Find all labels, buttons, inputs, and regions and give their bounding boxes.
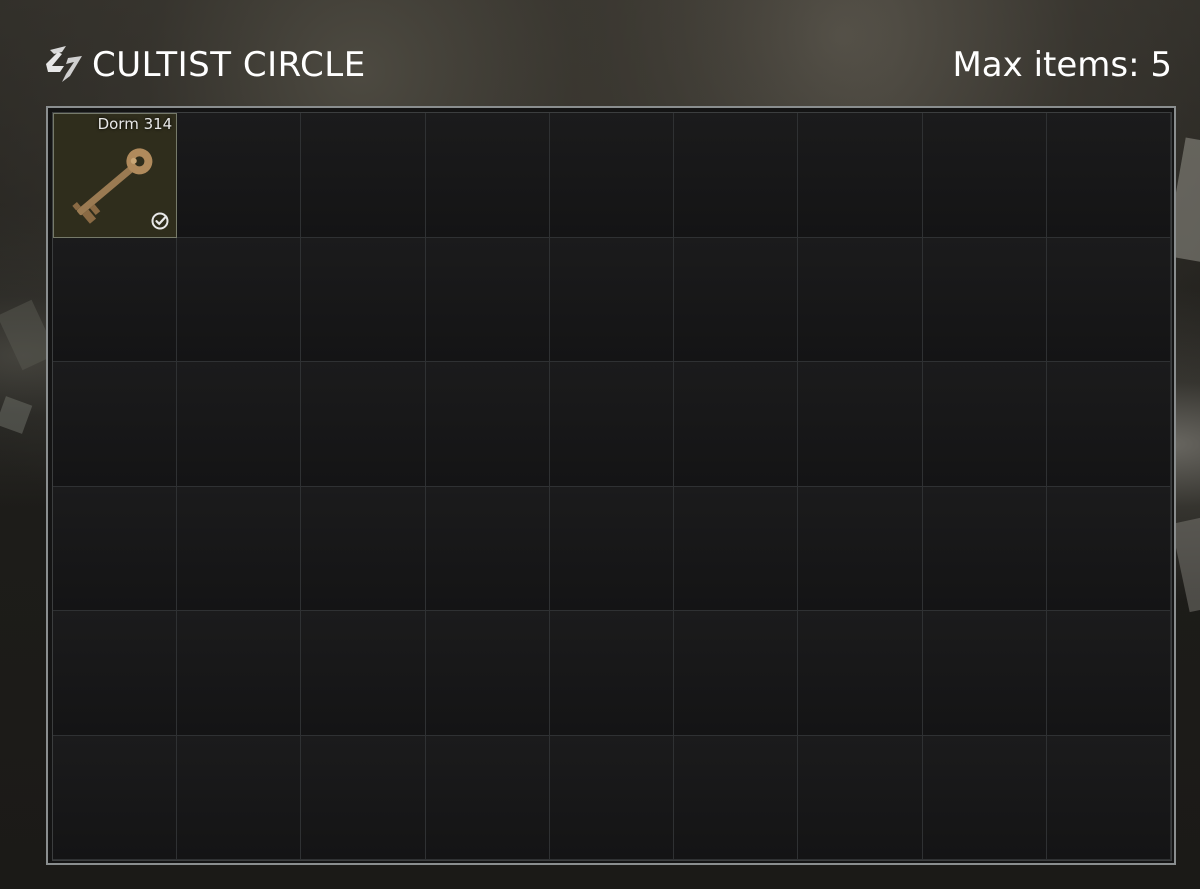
grid-slot[interactable] xyxy=(798,486,923,611)
grid-slot[interactable] xyxy=(301,237,426,362)
grid-slot[interactable] xyxy=(53,362,178,487)
game-screen: CULTIST CIRCLE Max items: 5 Dorm 314 xyxy=(0,0,1200,889)
grid-slot[interactable] xyxy=(53,486,178,611)
item-short-name: Dorm 314 xyxy=(97,115,173,133)
grid-slot[interactable] xyxy=(674,735,799,860)
grid-slot[interactable] xyxy=(549,362,675,487)
grid-slot[interactable] xyxy=(53,237,178,362)
background-debris xyxy=(0,396,33,434)
grid-slot[interactable] xyxy=(549,611,675,736)
grid-slot[interactable] xyxy=(177,486,302,611)
check-circle-icon xyxy=(151,212,169,229)
grid-slot[interactable] xyxy=(301,486,426,611)
grid-slot[interactable] xyxy=(674,113,799,238)
grid-slot[interactable] xyxy=(674,237,799,362)
grid-slot[interactable] xyxy=(674,486,799,611)
grid-slot[interactable] xyxy=(425,486,550,611)
grid-slot[interactable] xyxy=(301,362,426,487)
grid-slot[interactable] xyxy=(425,362,550,487)
grid-slot[interactable] xyxy=(1046,735,1171,860)
grid-slot[interactable] xyxy=(549,237,675,362)
grid-slot[interactable] xyxy=(674,611,799,736)
grid-slot[interactable] xyxy=(177,113,302,238)
grid-slot[interactable] xyxy=(798,113,923,238)
grid-slot[interactable] xyxy=(549,113,675,238)
grid-slot[interactable] xyxy=(922,113,1047,238)
grid-slot[interactable] xyxy=(922,611,1047,736)
grid-slot[interactable] xyxy=(798,611,923,736)
grid-slot[interactable] xyxy=(425,113,550,238)
grid-slot[interactable] xyxy=(177,237,302,362)
grid-slot[interactable] xyxy=(425,611,550,736)
grid-slot[interactable] xyxy=(53,735,178,860)
grid-slot[interactable] xyxy=(301,611,426,736)
grid-slot[interactable] xyxy=(177,735,302,860)
grid-slot[interactable] xyxy=(301,735,426,860)
grid-slot[interactable] xyxy=(1046,237,1171,362)
grid-slot[interactable] xyxy=(53,611,178,736)
grid-slot[interactable] xyxy=(1046,113,1171,238)
window-header: CULTIST CIRCLE xyxy=(40,38,366,92)
grid-slot[interactable] xyxy=(922,735,1047,860)
grid-slot[interactable] xyxy=(177,611,302,736)
grid-slot[interactable] xyxy=(301,113,426,238)
grid-slot[interactable] xyxy=(549,486,675,611)
grid-slot[interactable] xyxy=(425,237,550,362)
grid-slot[interactable] xyxy=(674,362,799,487)
grid-slot[interactable] xyxy=(798,362,923,487)
grid-slot[interactable] xyxy=(798,735,923,860)
cultist-circle-logo-icon xyxy=(46,46,82,82)
grid-slot-item[interactable]: Dorm 314 xyxy=(53,113,178,238)
page-title: CULTIST CIRCLE xyxy=(92,45,366,85)
grid-slot[interactable] xyxy=(549,735,675,860)
grid-slot[interactable] xyxy=(425,735,550,860)
grid-slot[interactable] xyxy=(798,237,923,362)
max-items-counter: Max items: 5 xyxy=(952,45,1172,85)
grid-slot[interactable] xyxy=(1046,362,1171,487)
cultist-circle-stash-panel: Dorm 314 xyxy=(46,106,1176,865)
grid-slot[interactable] xyxy=(1046,486,1171,611)
grid-slot[interactable] xyxy=(922,237,1047,362)
grid-slot[interactable] xyxy=(177,362,302,487)
grid-slot[interactable] xyxy=(922,486,1047,611)
item-grid: Dorm 314 xyxy=(52,112,1172,861)
grid-slot[interactable] xyxy=(1046,611,1171,736)
grid-slot[interactable] xyxy=(922,362,1047,487)
